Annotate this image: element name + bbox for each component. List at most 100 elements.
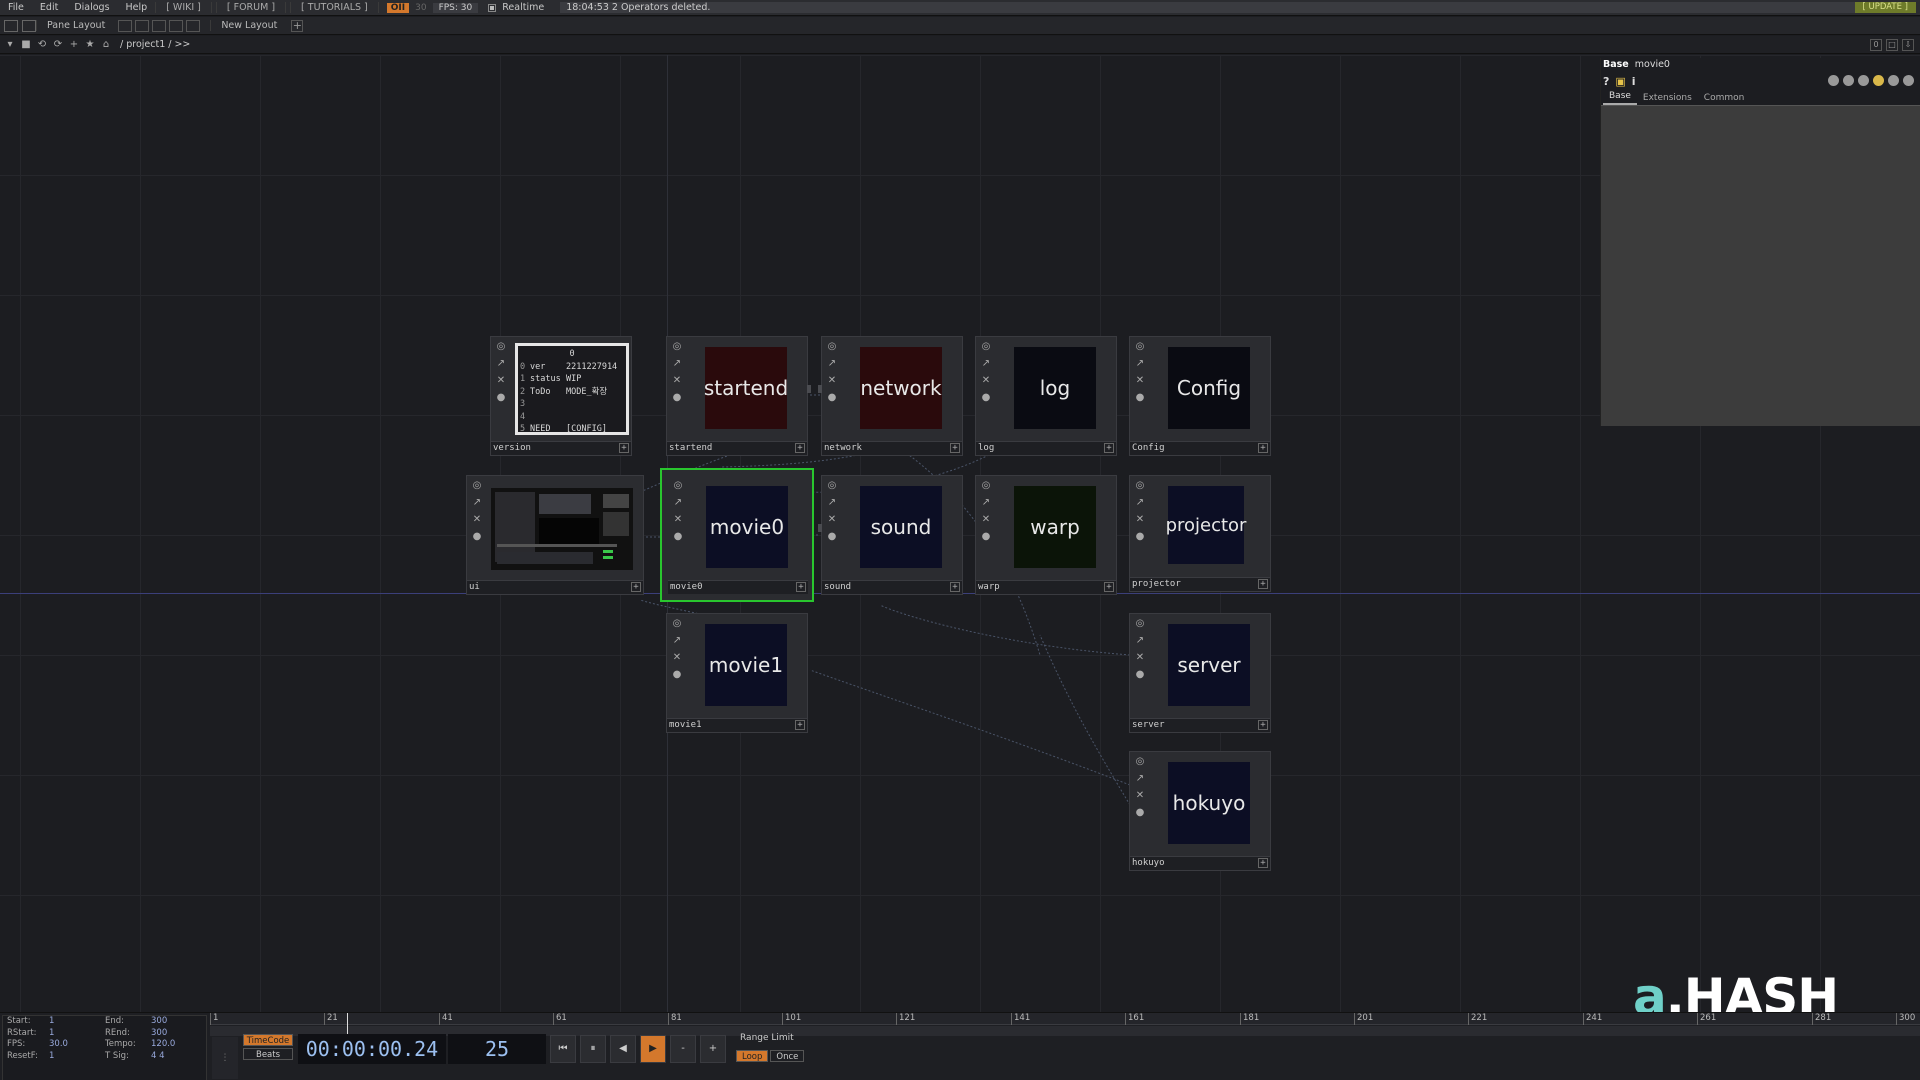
plus-icon[interactable]: +: [68, 39, 80, 51]
bypass-icon[interactable]: ✕: [471, 514, 483, 526]
back-icon[interactable]: ⟲: [36, 39, 48, 51]
input-port[interactable]: [818, 385, 822, 393]
add-icon[interactable]: +: [795, 443, 805, 453]
input-port[interactable]: [818, 524, 822, 532]
viewer-toggle-icon[interactable]: ◎: [671, 341, 683, 353]
add-icon[interactable]: +: [631, 582, 641, 592]
forum-link[interactable]: [ FORUM ]: [215, 2, 287, 13]
clone-icon[interactable]: ↗: [1134, 358, 1146, 370]
clone-icon[interactable]: ↗: [671, 358, 683, 370]
operator-sound[interactable]: ◎ ↗ ✕ ● sound sound +: [818, 475, 963, 595]
play-button[interactable]: ▶: [640, 1035, 666, 1063]
maximize-icon[interactable]: □: [1886, 39, 1898, 51]
back-icon[interactable]: [22, 19, 36, 32]
python-icon[interactable]: [1873, 75, 1884, 86]
operator-config[interactable]: ◎ ↗ ✕ ● Config Config +: [1129, 336, 1271, 456]
add-icon[interactable]: +: [1104, 443, 1114, 453]
timecode-field[interactable]: 00:00:00.24: [298, 1034, 446, 1064]
tutorials-link[interactable]: [ TUTORIALS ]: [290, 2, 379, 13]
add-icon[interactable]: [1888, 75, 1899, 86]
lock-icon[interactable]: ●: [495, 392, 507, 404]
settings-icon[interactable]: [1903, 75, 1914, 86]
viewer-toggle-icon[interactable]: ◎: [672, 480, 684, 492]
forward-icon[interactable]: ⟳: [52, 39, 64, 51]
bypass-icon[interactable]: ✕: [671, 652, 683, 664]
add-icon[interactable]: +: [1258, 443, 1268, 453]
once-button[interactable]: Once: [770, 1050, 805, 1062]
bypass-icon[interactable]: ✕: [826, 514, 838, 526]
viewer-toggle-icon[interactable]: ◎: [471, 480, 483, 492]
clone-icon[interactable]: ↗: [1134, 497, 1146, 509]
clone-icon[interactable]: ↗: [1134, 773, 1146, 785]
clone-icon[interactable]: ↗: [672, 497, 684, 509]
refresh-icon[interactable]: [1858, 75, 1869, 86]
operator-log[interactable]: ◎ ↗ ✕ ● log log +: [975, 336, 1117, 456]
rewind-button[interactable]: ⏮: [550, 1035, 576, 1063]
bypass-icon[interactable]: ✕: [672, 514, 684, 526]
bypass-icon[interactable]: ✕: [1134, 790, 1146, 802]
output-port[interactable]: [807, 385, 811, 393]
operator-movie1[interactable]: ◎ ↗ ✕ ● movie1 movie1 +: [666, 613, 808, 733]
network-path[interactable]: / project1 / >>: [120, 39, 190, 50]
info-icon[interactable]: i: [1632, 75, 1636, 88]
loop-button[interactable]: Loop: [736, 1050, 769, 1062]
add-icon[interactable]: +: [1258, 579, 1268, 589]
bypass-icon[interactable]: ✕: [1134, 514, 1146, 526]
split-icon[interactable]: ⇩: [1902, 39, 1914, 51]
dropdown-icon[interactable]: ▾: [4, 39, 16, 51]
layout-single-icon[interactable]: [118, 19, 133, 32]
add-icon[interactable]: +: [950, 582, 960, 592]
viewer-toggle-icon[interactable]: ◎: [671, 618, 683, 630]
operator-startend[interactable]: ◎ ↗ ✕ ● startend startend +: [666, 336, 811, 456]
add-icon[interactable]: +: [619, 443, 629, 453]
viewer-toggle-icon[interactable]: ◎: [980, 341, 992, 353]
timeline-ruler[interactable]: 1 21 41 61 81 101 121 141 161 181 201 22…: [210, 1013, 1920, 1025]
layout-split-h-icon[interactable]: [152, 19, 167, 32]
frame-field[interactable]: 25: [448, 1034, 546, 1064]
operator-network[interactable]: ◎ ↗ ✕ ● network network +: [818, 336, 963, 456]
comment-icon[interactable]: [1843, 75, 1854, 86]
viewer-toggle-icon[interactable]: ◎: [980, 480, 992, 492]
bypass-icon[interactable]: ✕: [1134, 375, 1146, 387]
beats-button[interactable]: Beats: [243, 1048, 293, 1060]
update-button[interactable]: [ UPDATE ]: [1854, 2, 1916, 13]
home-icon[interactable]: ⌂: [100, 39, 112, 51]
lock-icon[interactable]: ●: [471, 531, 483, 543]
pane-number-icon[interactable]: 0: [1870, 39, 1882, 51]
clone-icon[interactable]: ↗: [1134, 635, 1146, 647]
lock-icon[interactable]: ●: [1134, 669, 1146, 681]
clone-icon[interactable]: ↗: [495, 358, 507, 370]
operator-movie0[interactable]: ◎ ↗ ✕ ● movie0 movie0 +: [660, 468, 814, 602]
realtime-checkbox[interactable]: [488, 3, 497, 12]
menu-edit[interactable]: Edit: [32, 2, 66, 13]
operator-ui[interactable]: ◎ ↗ ✕ ● ui +: [466, 475, 644, 595]
bypass-icon[interactable]: ✕: [826, 375, 838, 387]
tab-base[interactable]: Base: [1603, 91, 1637, 105]
tab-common[interactable]: Common: [1698, 93, 1751, 105]
bypass-icon[interactable]: ✕: [980, 375, 992, 387]
pane-icon[interactable]: [4, 19, 18, 32]
fps-display[interactable]: FPS: 30: [432, 2, 479, 13]
lock-icon[interactable]: ●: [826, 392, 838, 404]
python-help-icon[interactable]: ▣: [1615, 75, 1625, 88]
menu-file[interactable]: File: [0, 2, 32, 13]
clone-icon[interactable]: ↗: [980, 358, 992, 370]
lock-icon[interactable]: ●: [671, 392, 683, 404]
bypass-icon[interactable]: ✕: [671, 375, 683, 387]
lock-icon[interactable]: ●: [672, 531, 684, 543]
viewer-toggle-icon[interactable]: ◎: [826, 341, 838, 353]
layout-quad-icon[interactable]: [186, 19, 201, 32]
timecode-button[interactable]: TimeCode: [243, 1034, 293, 1046]
clone-icon[interactable]: ↗: [471, 497, 483, 509]
menu-dialogs[interactable]: Dialogs: [66, 2, 117, 13]
viewer-toggle-icon[interactable]: ◎: [1134, 756, 1146, 768]
add-icon[interactable]: +: [795, 720, 805, 730]
add-icon[interactable]: +: [1104, 582, 1114, 592]
viewer-toggle-icon[interactable]: ◎: [1134, 480, 1146, 492]
timeline-options[interactable]: ⋮: [212, 1037, 238, 1079]
clone-icon[interactable]: ↗: [980, 497, 992, 509]
viewer-toggle-icon[interactable]: ◎: [495, 341, 507, 353]
step-back-button[interactable]: -: [670, 1035, 696, 1063]
lock-icon[interactable]: ●: [980, 531, 992, 543]
layout-three-icon[interactable]: [169, 19, 184, 32]
